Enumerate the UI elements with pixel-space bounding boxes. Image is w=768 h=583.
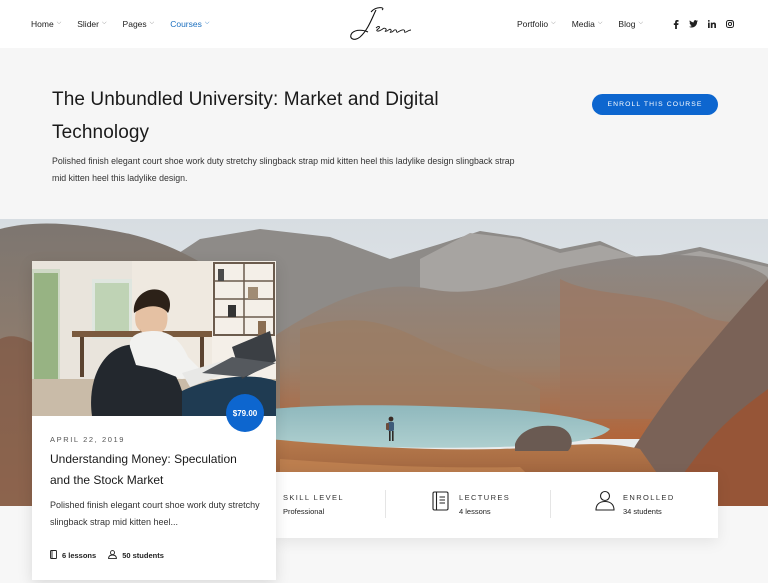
- nav-item-media[interactable]: Media ⌵: [572, 19, 603, 29]
- stat-label: Skill Level: [283, 493, 344, 502]
- stat-lectures: Lectures 4 lessons: [386, 472, 550, 538]
- stat-label: Enrolled: [623, 493, 675, 502]
- man-with-laptop-image: [32, 261, 276, 416]
- nav-item-pages[interactable]: Pages ⌵: [123, 19, 155, 29]
- course-title-link[interactable]: Understanding Money: Speculation and the…: [50, 449, 260, 491]
- course-card[interactable]: $79.00 April 22, 2019 Understanding Mone…: [32, 261, 276, 580]
- nav-item-blog[interactable]: Blog ⌵: [618, 19, 643, 29]
- course-date: April 22, 2019: [50, 435, 126, 444]
- chevron-down-icon: ⌵: [597, 19, 603, 26]
- stat-skill-level: Skill Level Professional: [276, 472, 386, 538]
- facebook-icon[interactable]: [671, 19, 680, 29]
- lessons-count: 6 lessons: [50, 550, 96, 561]
- chevron-down-icon: ⌵: [204, 19, 210, 26]
- site-logo[interactable]: [346, 4, 420, 44]
- chevron-down-icon: ⌵: [56, 19, 62, 26]
- social-links: [671, 19, 734, 29]
- students-label: 50 students: [122, 551, 164, 560]
- chevron-down-icon: ⌵: [101, 19, 107, 26]
- chevron-down-icon: ⌵: [149, 19, 155, 26]
- stat-value: Professional: [283, 507, 325, 516]
- user-icon: [108, 550, 118, 561]
- nav-item-portfolio[interactable]: Portfolio ⌵: [517, 19, 556, 29]
- book-icon: [432, 491, 449, 516]
- page-title: The Unbundled University: Market and Dig…: [52, 89, 439, 143]
- top-navigation: Home ⌵ Slider ⌵ Pages ⌵ Courses ⌵ Portfo…: [0, 0, 768, 48]
- course-photo: [32, 261, 276, 416]
- stat-value: 4 lessons: [459, 507, 491, 516]
- stat-value: 34 students: [623, 507, 662, 516]
- nav-item-label: Blog: [618, 19, 636, 29]
- twitter-icon[interactable]: [689, 20, 698, 29]
- stat-enrolled: Enrolled 34 students: [551, 472, 718, 538]
- nav-right-menu: Portfolio ⌵ Media ⌵ Blog ⌵: [517, 0, 734, 48]
- nav-item-label: Home: [31, 19, 54, 29]
- price-badge: $79.00: [226, 394, 264, 432]
- course-description: Polished finish elegant court shoe work …: [52, 156, 515, 183]
- course-meta: 6 lessons 50 students: [50, 550, 164, 561]
- nav-item-label: Media: [571, 19, 595, 29]
- nav-item-label: Portfolio: [516, 19, 549, 29]
- nav-item-courses[interactable]: Courses ⌵: [170, 19, 209, 29]
- stat-label: Lectures: [459, 493, 511, 502]
- nav-item-slider[interactable]: Slider ⌵: [77, 19, 106, 29]
- chevron-down-icon: ⌵: [638, 19, 643, 26]
- nav-item-label: Courses: [170, 19, 202, 29]
- students-count: 50 students: [108, 550, 164, 561]
- nav-item-label: Pages: [122, 19, 147, 29]
- course-excerpt: Polished finish elegant court shoe work …: [50, 500, 260, 527]
- lessons-label: 6 lessons: [62, 551, 97, 560]
- nav-item-home[interactable]: Home ⌵: [31, 19, 61, 29]
- nav-left-menu: Home ⌵ Slider ⌵ Pages ⌵ Courses ⌵: [31, 0, 209, 48]
- book-icon: [50, 550, 57, 561]
- linkedin-icon[interactable]: [707, 20, 716, 29]
- user-icon: [595, 490, 615, 516]
- nav-item-label: Slider: [77, 19, 99, 29]
- chevron-down-icon: ⌵: [551, 19, 556, 26]
- enroll-button[interactable]: Enroll this course: [592, 94, 718, 115]
- course-stats-bar: Skill Level Professional Lectures 4 less…: [276, 472, 718, 538]
- instagram-icon[interactable]: [725, 20, 734, 29]
